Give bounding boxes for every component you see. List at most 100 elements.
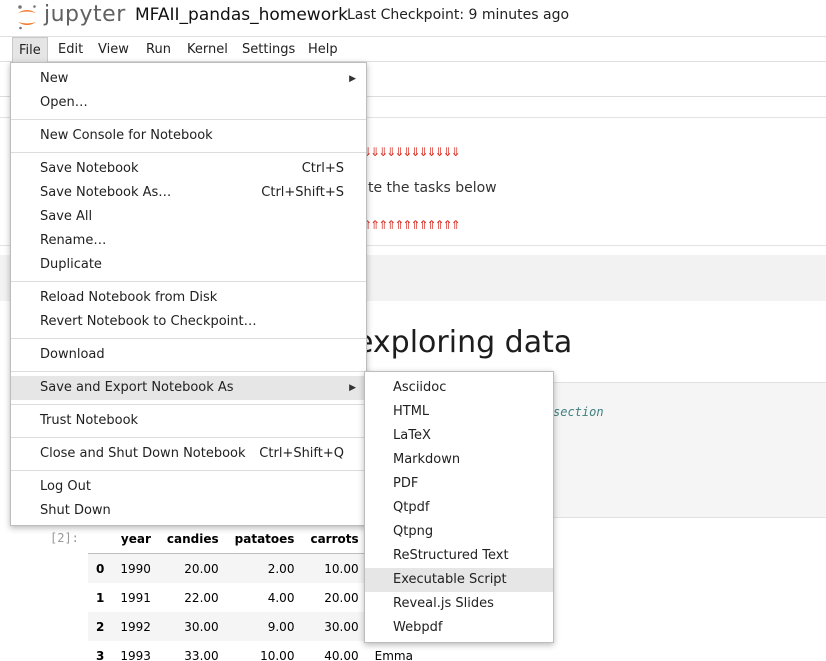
- menu-item-label: Save and Export Notebook As: [40, 380, 234, 395]
- file-menu-rename[interactable]: Rename…: [11, 229, 366, 253]
- menu-settings[interactable]: Settings: [236, 37, 301, 62]
- export-revealjs-slides[interactable]: Reveal.js Slides: [365, 592, 553, 616]
- menu-item-label: New: [40, 71, 69, 86]
- table-index-cell: 0: [96, 561, 105, 576]
- menu-separator: [11, 119, 366, 120]
- jupyter-logo-icon[interactable]: [16, 3, 38, 31]
- menu-item-label: Duplicate: [40, 257, 102, 272]
- section-heading: exploring data: [355, 325, 573, 360]
- menu-item-label: Rename…: [40, 233, 107, 248]
- menu-separator: [11, 338, 366, 339]
- file-menu-save-notebook[interactable]: Save Notebook Ctrl+S: [11, 157, 366, 181]
- table-cell: 20.00: [184, 561, 219, 576]
- export-qtpng[interactable]: Qtpng: [365, 520, 553, 544]
- menu-edit[interactable]: Edit: [52, 37, 89, 62]
- table-cell: 9.00: [267, 619, 295, 634]
- table-cell: 2.00: [267, 561, 295, 576]
- table-cell: 33.00: [184, 648, 219, 661]
- menu-item-label: New Console for Notebook: [40, 128, 213, 143]
- file-menu-new-console[interactable]: New Console for Notebook: [11, 124, 366, 148]
- menu-run[interactable]: Run: [140, 37, 177, 62]
- table-header-cell: patatoes: [226, 524, 303, 554]
- menu-separator: [11, 152, 366, 153]
- menu-item-label: Shut Down: [40, 503, 111, 518]
- file-menu-save-notebook-as[interactable]: Save Notebook As… Ctrl+Shift+S: [11, 181, 366, 205]
- table-cell: 4.00: [267, 590, 295, 605]
- table-cell: 1990: [120, 561, 151, 576]
- menu-item-label: Save Notebook: [40, 161, 139, 176]
- export-pdf[interactable]: PDF: [365, 472, 553, 496]
- menubar: File Edit View Run Kernel Settings Help: [0, 36, 826, 62]
- menu-help[interactable]: Help: [302, 37, 344, 62]
- file-menu-log-out[interactable]: Log Out: [11, 475, 366, 499]
- menu-item-label: Qtpdf: [393, 500, 430, 515]
- table-cell: 20.00: [324, 590, 359, 605]
- menu-item-label: Close and Shut Down Notebook: [40, 446, 246, 461]
- file-menu-revert[interactable]: Revert Notebook to Checkpoint…: [11, 310, 366, 334]
- menu-item-label: HTML: [393, 404, 430, 419]
- menu-separator: [11, 404, 366, 405]
- code-comment: section: [553, 405, 604, 419]
- menu-item-label: Markdown: [393, 452, 461, 467]
- menu-item-label: PDF: [393, 476, 419, 491]
- table-cell: 30.00: [184, 619, 219, 634]
- file-menu-new[interactable]: New ▶: [11, 67, 366, 91]
- table-row: 3 1993 33.00 10.00 40.00 Emma: [88, 641, 421, 661]
- menu-item-shortcut: Ctrl+Shift+Q: [259, 446, 344, 461]
- export-latex[interactable]: LaTeX: [365, 424, 553, 448]
- menu-kernel[interactable]: Kernel: [181, 37, 234, 62]
- jupyter-logo-text: jupyter: [44, 2, 126, 27]
- menu-item-label: Reload Notebook from Disk: [40, 290, 218, 305]
- export-markdown[interactable]: Markdown: [365, 448, 553, 472]
- notebook-title[interactable]: MFAII_pandas_homework: [135, 5, 348, 25]
- menu-item-label: Open…: [40, 95, 88, 110]
- file-menu-download[interactable]: Download: [11, 343, 366, 367]
- table-cell: Emma: [374, 648, 413, 661]
- menu-separator: [11, 371, 366, 372]
- menu-view[interactable]: View: [92, 37, 135, 62]
- menu-file[interactable]: File: [12, 37, 48, 62]
- menu-item-label: LaTeX: [393, 428, 431, 443]
- file-menu-open[interactable]: Open…: [11, 91, 366, 115]
- menu-item-label: Reveal.js Slides: [393, 596, 494, 611]
- export-asciidoc[interactable]: Asciidoc: [365, 376, 553, 400]
- file-menu-trust[interactable]: Trust Notebook: [11, 409, 366, 433]
- table-header-cell: [88, 524, 113, 554]
- menu-item-label: ReStructured Text: [393, 548, 509, 563]
- menu-separator: [11, 281, 366, 282]
- table-cell: 40.00: [324, 648, 359, 661]
- file-menu-reload[interactable]: Reload Notebook from Disk: [11, 286, 366, 310]
- export-restructured-text[interactable]: ReStructured Text: [365, 544, 553, 568]
- menu-item-label: Trust Notebook: [40, 413, 139, 428]
- table-header-cell: carrots: [302, 524, 367, 554]
- export-submenu: Asciidoc HTML LaTeX Markdown PDF Qtpdf Q…: [364, 371, 554, 643]
- table-cell: 22.00: [184, 590, 219, 605]
- file-menu-duplicate[interactable]: Duplicate: [11, 253, 366, 277]
- top-header: jupyter MFAII_pandas_homework Last Check…: [0, 0, 826, 36]
- table-index-cell: 1: [96, 590, 105, 605]
- file-menu-dropdown: New ▶ Open… New Console for Notebook Sav…: [10, 62, 367, 526]
- table-header-cell: candies: [158, 524, 227, 554]
- menu-item-shortcut: Ctrl+S: [301, 161, 344, 176]
- table-cell: 10.00: [324, 561, 359, 576]
- file-menu-close-shutdown[interactable]: Close and Shut Down Notebook Ctrl+Shift+…: [11, 442, 366, 466]
- checkpoint-status: Last Checkpoint: 9 minutes ago: [347, 7, 570, 23]
- output-prompt: [2]:: [50, 531, 79, 545]
- menu-item-label: Save All: [40, 209, 93, 224]
- export-executable-script[interactable]: Executable Script: [365, 568, 553, 592]
- menu-item-label: Executable Script: [393, 572, 507, 587]
- menu-item-label: Webpdf: [393, 620, 443, 635]
- export-qtpdf[interactable]: Qtpdf: [365, 496, 553, 520]
- menu-item-label: Save Notebook As…: [40, 185, 172, 200]
- menu-item-label: Qtpng: [393, 524, 434, 539]
- menu-item-label: Asciidoc: [393, 380, 447, 395]
- task-instruction-text: te the tasks below: [368, 180, 497, 196]
- menu-separator: [11, 470, 366, 471]
- file-menu-save-export[interactable]: Save and Export Notebook As ▶: [11, 376, 366, 400]
- chevron-right-icon: ▶: [349, 74, 356, 84]
- chevron-right-icon: ▶: [349, 383, 356, 393]
- file-menu-save-all[interactable]: Save All: [11, 205, 366, 229]
- export-html[interactable]: HTML: [365, 400, 553, 424]
- export-webpdf[interactable]: Webpdf: [365, 616, 553, 640]
- file-menu-shut-down[interactable]: Shut Down: [11, 499, 366, 523]
